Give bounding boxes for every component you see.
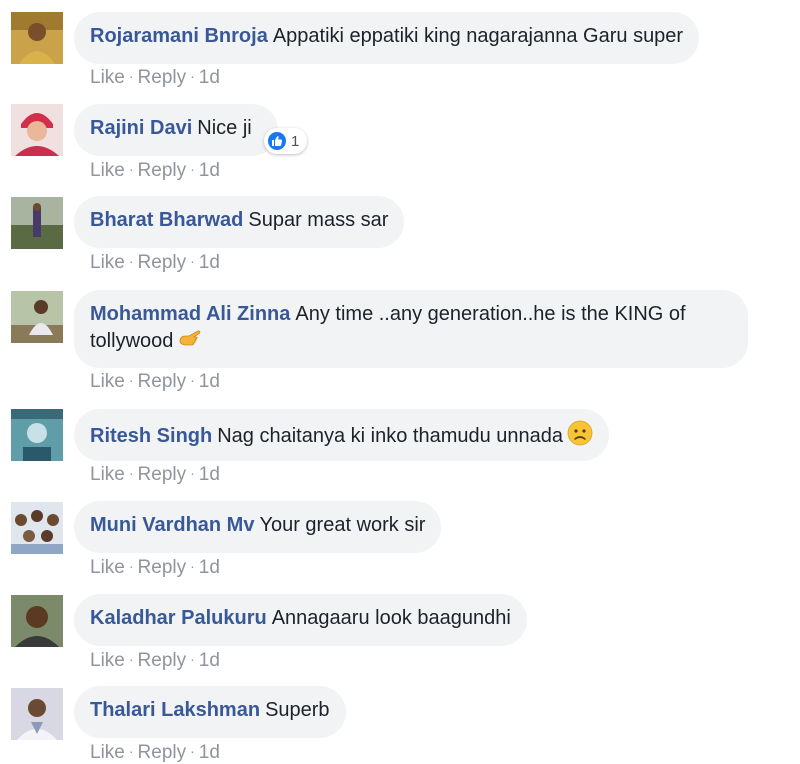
comment-text: Superb <box>265 699 330 721</box>
profile-photo <box>11 291 63 343</box>
comment-actions: Like · Reply · 1d <box>90 740 220 764</box>
like-link[interactable]: Like <box>90 371 125 392</box>
avatar[interactable] <box>11 12 63 64</box>
comment-actions: Like · Reply · 1d <box>90 555 220 579</box>
comment-bubble: Thalari Lakshman Superb <box>74 686 346 738</box>
reaction-badge[interactable]: 1 <box>264 128 308 154</box>
comment-text: Appatiki eppatiki king nagarajanna Garu … <box>272 25 684 47</box>
comment-bubble: Muni Vardhan Mv Your great work sir <box>74 501 442 553</box>
reply-link[interactable]: Reply <box>138 650 187 671</box>
comment-author[interactable]: Thalari Lakshman <box>90 699 260 721</box>
like-link[interactable]: Like <box>90 464 125 485</box>
comment-bubble: Kaladhar Palukuru Annagaaru look baagundh… <box>74 594 527 646</box>
reply-link[interactable]: Reply <box>138 464 187 485</box>
avatar[interactable] <box>11 291 63 343</box>
separator-dot: · <box>128 161 134 177</box>
comment-bubble: Bharat Bharwad Supar mass sar <box>74 196 405 248</box>
thumbs-up-icon <box>268 132 286 150</box>
separator-dot: · <box>190 161 195 177</box>
pointing-hand-emoji <box>177 327 203 358</box>
separator-dot: · <box>190 651 195 667</box>
avatar[interactable] <box>11 104 63 156</box>
comment-actions: Like · Reply · 1d <box>90 462 220 486</box>
separator-dot: · <box>190 558 195 574</box>
separator-dot: · <box>190 465 195 481</box>
comment-actions: Like · Reply · 1d <box>90 158 220 182</box>
comment-text: Supar mass sar <box>248 209 389 231</box>
profile-photo <box>11 12 63 64</box>
timestamp[interactable]: 1d <box>199 557 220 578</box>
separator-dot: · <box>128 253 134 269</box>
avatar[interactable] <box>11 197 63 249</box>
comment-text: Your great work sir <box>259 514 426 536</box>
reply-link[interactable]: Reply <box>138 67 187 88</box>
profile-photo <box>11 688 63 740</box>
comment-text: Nice ji <box>197 117 252 139</box>
timestamp[interactable]: 1d <box>199 742 220 763</box>
profile-photo <box>11 197 63 249</box>
separator-dot: · <box>128 465 134 481</box>
comment-author[interactable]: Kaladhar Palukuru <box>90 607 267 629</box>
comment-author[interactable]: Rajini Davi <box>90 117 192 139</box>
like-link[interactable]: Like <box>90 252 125 273</box>
profile-photo <box>11 104 63 156</box>
like-link[interactable]: Like <box>90 557 125 578</box>
separator-dot: · <box>128 651 134 667</box>
separator-dot: · <box>190 743 195 759</box>
timestamp[interactable]: 1d <box>199 650 220 671</box>
comment-author[interactable]: Mohammad Ali Zinna <box>90 303 290 325</box>
profile-photo <box>11 409 63 461</box>
comment-bubble: Mohammad Ali Zinna Any time ..any generat… <box>74 290 748 368</box>
timestamp[interactable]: 1d <box>199 160 220 181</box>
comment-text: Nag chaitanya ki inko thamudu unnada <box>217 425 564 447</box>
comment-actions: Like · Reply · 1d <box>90 250 220 274</box>
timestamp[interactable]: 1d <box>199 252 220 273</box>
avatar[interactable] <box>11 595 63 647</box>
comment-actions: Like · Reply · 1d <box>90 65 220 89</box>
like-link[interactable]: Like <box>90 67 125 88</box>
comment-author[interactable]: Bharat Bharwad <box>90 209 243 231</box>
comment-bubble: Rajini Davi Nice ji <box>74 104 278 156</box>
comment-author[interactable]: Muni Vardhan Mv <box>90 514 254 536</box>
separator-dot: · <box>190 372 195 388</box>
profile-photo <box>11 595 63 647</box>
comment-bubble: Ritesh Singh Nag chaitanya ki inko thamud… <box>74 409 610 461</box>
separator-dot: · <box>190 253 195 269</box>
timestamp[interactable]: 1d <box>199 371 220 392</box>
avatar[interactable] <box>11 502 63 554</box>
reply-link[interactable]: Reply <box>138 742 187 763</box>
avatar[interactable] <box>11 688 63 740</box>
reaction-count: 1 <box>291 132 300 150</box>
avatar[interactable] <box>11 409 63 461</box>
like-link[interactable]: Like <box>90 742 125 763</box>
profile-photo <box>11 502 63 554</box>
separator-dot: · <box>128 68 134 84</box>
reply-link[interactable]: Reply <box>138 557 187 578</box>
separator-dot: · <box>128 372 134 388</box>
reply-link[interactable]: Reply <box>138 252 187 273</box>
like-link[interactable]: Like <box>90 650 125 671</box>
like-link[interactable]: Like <box>90 160 125 181</box>
comment-text: Annagaaru look baagundhi <box>271 607 511 629</box>
timestamp[interactable]: 1d <box>199 67 220 88</box>
comment-actions: Like · Reply · 1d <box>90 369 220 393</box>
slightly-frowning-face-emoji <box>567 420 593 453</box>
comment-author[interactable]: Rojaramani Bnroja <box>90 25 268 47</box>
comment-author[interactable]: Ritesh Singh <box>90 425 212 447</box>
reply-link[interactable]: Reply <box>138 160 187 181</box>
comment-bubble: Rojaramani Bnroja Appatiki eppatiki king … <box>74 12 700 64</box>
comment-actions: Like · Reply · 1d <box>90 648 220 672</box>
reply-link[interactable]: Reply <box>138 371 187 392</box>
separator-dot: · <box>190 68 195 84</box>
separator-dot: · <box>128 743 134 759</box>
timestamp[interactable]: 1d <box>199 464 220 485</box>
separator-dot: · <box>128 558 134 574</box>
